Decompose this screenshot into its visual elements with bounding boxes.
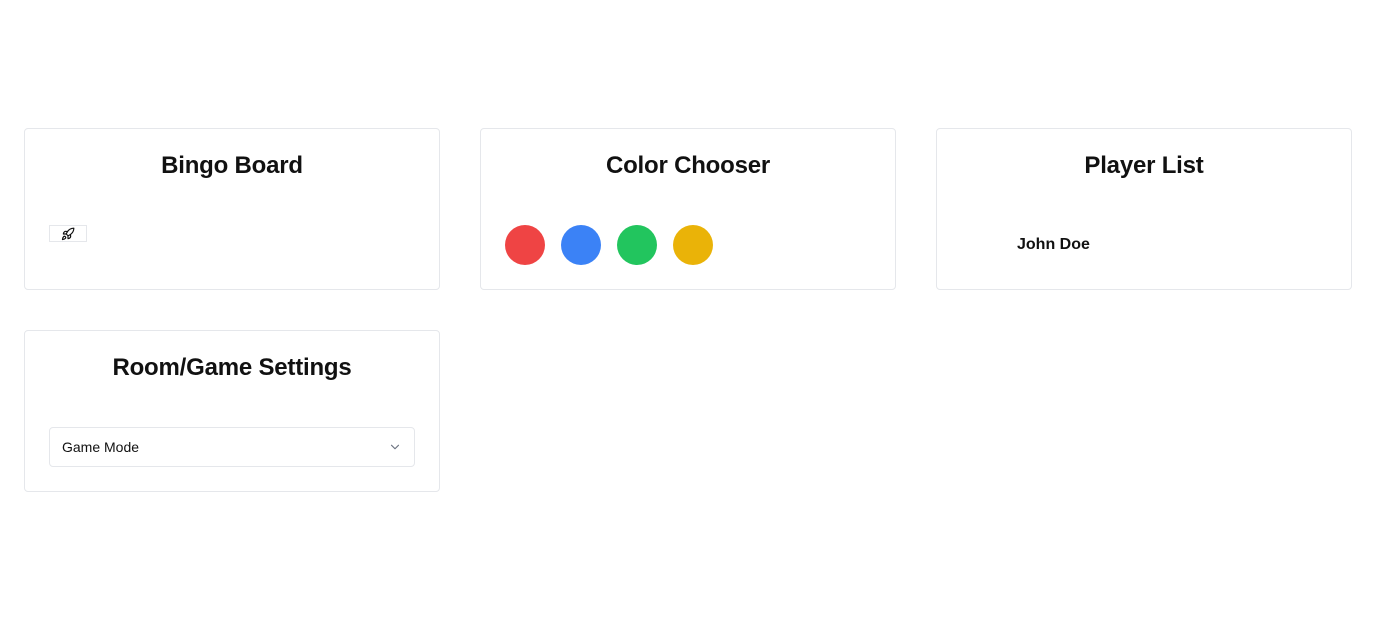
player-list-title: Player List	[1084, 152, 1204, 179]
player-list-item: John Doe	[1017, 236, 1090, 253]
bingo-board-title: Bingo Board	[161, 152, 303, 179]
color-swatch-green[interactable]	[617, 225, 657, 265]
color-swatch-yellow[interactable]	[673, 225, 713, 265]
room-settings-card: Room/Game Settings Game Mode	[24, 330, 440, 492]
chevron-down-icon	[390, 444, 400, 450]
rocket-icon	[61, 227, 75, 240]
color-swatch-blue[interactable]	[561, 225, 601, 265]
bingo-board-card: Bingo Board	[24, 128, 440, 290]
color-swatch-red[interactable]	[505, 225, 545, 265]
game-mode-select[interactable]: Game Mode	[49, 427, 415, 467]
bingo-cell[interactable]	[49, 225, 87, 242]
room-settings-title: Room/Game Settings	[112, 354, 352, 381]
game-mode-select-value: Game Mode	[62, 439, 140, 455]
color-chooser-title: Color Chooser	[605, 152, 771, 179]
color-swatch-row	[505, 225, 713, 265]
color-chooser-card: Color Chooser	[480, 128, 896, 290]
player-list-card: Player List John Doe	[936, 128, 1352, 290]
